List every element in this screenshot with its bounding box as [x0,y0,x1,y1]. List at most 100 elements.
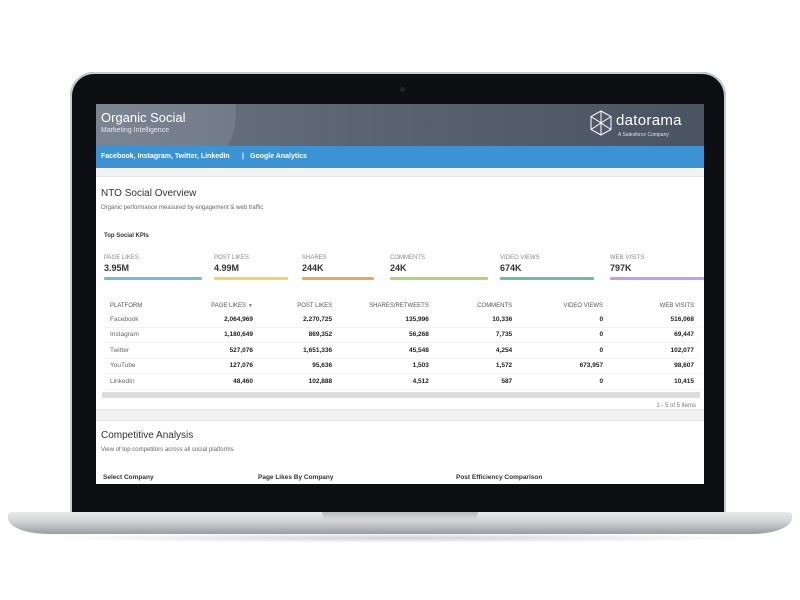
cell-page-likes: 127,076 [181,358,259,374]
platform-filter[interactable]: Facebook, Instagram, Twitter, LinkedIn [101,153,230,160]
cell-post-likes: 2,270,725 [259,312,339,328]
kpi-color-bar [500,277,594,280]
cell-comments: 10,336 [434,312,519,328]
competitive-subtitle: View of top competitors across all socia… [101,447,234,453]
app-header: Organic Social Marketing Intelligence da… [96,104,704,146]
page-likes-by-company-heading: Page Likes By Company [258,474,334,481]
cell-platform: Facebook [104,312,182,328]
kpi-label: COMMENTS [390,255,425,261]
col-post-likes[interactable]: POST LIKES [259,300,338,312]
cell-video-views: 0 [518,342,610,359]
table-header-row: PLATFORM PAGE LIKES ▼ POST LIKES SHARES/R… [104,300,700,312]
app-title: Organic Social [101,110,186,125]
cell-comments: 587 [434,373,519,390]
cell-shares: 1,503 [338,358,435,374]
kpi-color-bar [390,277,488,280]
cell-video-views: 0 [518,327,610,343]
kpi-value: 674K [500,263,522,273]
datorama-cube-icon [590,110,612,136]
kpi-color-bar [104,277,202,280]
cell-post-likes: 869,352 [259,327,339,343]
cell-shares: 56,268 [338,327,435,343]
pagination-info: 1 - 5 of 5 items [656,403,696,409]
cell-page-likes: 2,064,969 [181,312,259,328]
brand-logo: datorama A Salesforce Company [590,108,700,142]
cell-comments: 4,254 [434,342,519,359]
select-company-heading: Select Company [103,474,154,481]
col-comments[interactable]: COMMENTS [435,300,518,312]
kpi-color-bar [302,277,374,280]
brand-tagline: A Salesforce Company [618,132,669,138]
col-page-likes-label: PAGE LIKES [211,303,247,309]
cell-comments: 7,735 [434,327,519,343]
col-page-likes[interactable]: PAGE LIKES ▼ [182,300,259,312]
kpi-shares: SHARES 244K [302,255,374,280]
kpi-value: 4.99M [214,263,240,273]
sort-arrow-icon: ▼ [248,303,253,309]
cell-shares: 4,512 [338,373,435,390]
col-video-views[interactable]: VIDEO VIEWS [518,300,609,312]
kpi-color-bar [214,277,288,280]
cell-shares: 135,996 [338,312,435,328]
overview-subtitle: Organic performance measured by engageme… [101,205,264,211]
table-horizontal-scrollbar[interactable] [102,392,700,398]
cell-post-likes: 95,636 [259,358,339,374]
kpi-label: VIDEO VIEWS [500,255,540,261]
competitive-panel: Competitive Analysis View of top competi… [96,420,704,484]
kpi-post-likes: POST LIKES 4.99M [214,255,288,280]
kpi-color-bar [610,277,704,280]
kpi-label: POST LIKES [214,255,249,261]
table-row[interactable]: Facebook 2,064,969 2,270,725 135,996 10,… [104,312,700,328]
col-platform[interactable]: PLATFORM [104,300,182,312]
laptop-shadow [40,533,760,543]
kpi-web-visits: WEB VISITS 797K [610,255,704,280]
cell-web-visits: 516,068 [609,312,700,328]
kpi-value: 3.95M [104,263,130,273]
cell-platform: Twitter [104,342,182,359]
laptop-screen: Organic Social Marketing Intelligence da… [96,104,704,484]
overview-panel: NTO Social Overview Organic performance … [96,176,704,410]
col-shares-retweets[interactable]: SHARES/RETWEETS [338,300,435,312]
cell-video-views: 0 [518,373,610,390]
cell-page-likes: 527,076 [181,342,259,359]
post-efficiency-heading: Post Efficiency Comparison [456,474,543,481]
cell-post-likes: 102,888 [259,373,339,390]
table-row[interactable]: Twitter 527,076 1,651,336 45,548 4,254 0… [104,342,700,359]
cell-video-views: 0 [518,312,610,328]
cell-web-visits: 102,077 [609,342,700,359]
kpi-heading: Top Social KPIs [104,233,149,239]
table-row[interactable]: Instagram 1,180,649 869,352 56,268 7,735… [104,327,700,343]
cell-page-likes: 1,180,649 [181,327,259,343]
kpi-label: WEB VISITS [610,255,645,261]
cell-video-views: 673,957 [518,358,610,374]
filter-bar: Facebook, Instagram, Twitter, LinkedIn |… [96,146,704,168]
kpi-value: 797K [610,263,632,273]
kpi-value: 244K [302,263,324,273]
kpi-label: SHARES [302,255,327,261]
filter-separator: | [242,153,244,160]
competitive-title: Competitive Analysis [101,430,194,441]
cell-platform: Instagram [104,327,182,343]
cell-platform: YouTube [104,358,182,374]
overview-title: NTO Social Overview [101,188,197,199]
cell-web-visits: 69,447 [609,327,700,343]
cell-web-visits: 98,607 [609,358,700,374]
cell-web-visits: 10,415 [609,373,700,390]
dashboard-content: NTO Social Overview Organic performance … [96,168,704,484]
kpi-page-likes: PAGE LIKES 3.95M [104,255,202,280]
col-web-visits[interactable]: WEB VISITS [609,300,700,312]
analytics-filter[interactable]: Google Analytics [250,153,307,160]
camera-dot [400,87,405,92]
kpi-value: 24K [390,263,407,273]
cell-comments: 1,572 [434,358,519,374]
table-row[interactable]: LinkedIn 48,460 102,888 4,512 587 0 10,4… [104,373,700,390]
platform-table: PLATFORM PAGE LIKES ▼ POST LIKES SHARES/R… [104,300,700,390]
cell-shares: 45,548 [338,342,435,359]
table-row[interactable]: YouTube 127,076 95,636 1,503 1,572 673,9… [104,358,700,374]
kpi-video-views: VIDEO VIEWS 674K [500,255,594,280]
cell-post-likes: 1,651,336 [259,342,339,359]
kpi-comments: COMMENTS 24K [390,255,488,280]
app-subtitle: Marketing Intelligence [101,127,170,134]
brand-name: datorama [616,112,682,129]
cell-platform: LinkedIn [104,373,182,390]
